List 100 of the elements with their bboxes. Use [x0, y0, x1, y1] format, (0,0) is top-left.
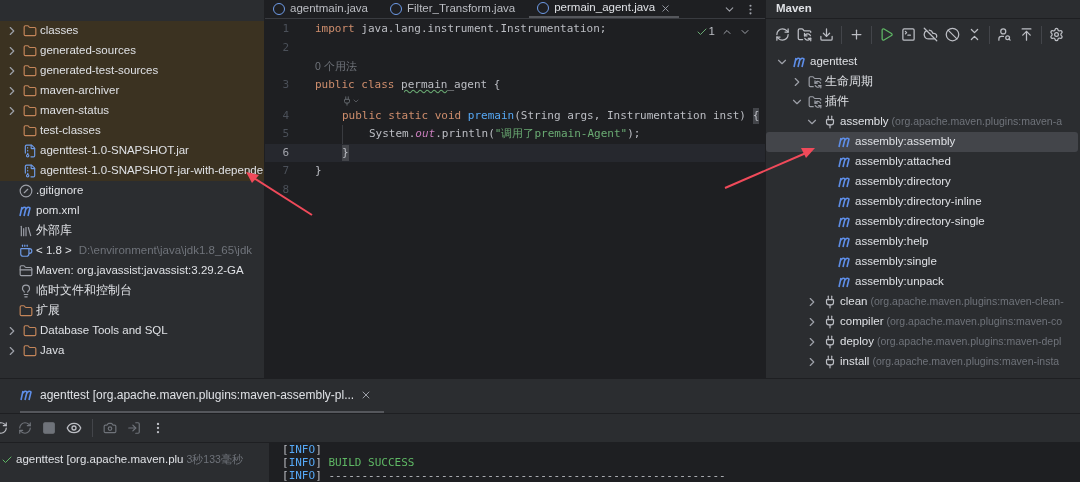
project-tree-item[interactable]: agenttest-1.0-SNAPSHOT.jar [0, 141, 264, 161]
item-label: deploy [840, 334, 874, 350]
project-tree-item[interactable]: maven-status [0, 101, 264, 121]
folder-icon [23, 84, 37, 98]
archive-icon [23, 164, 37, 178]
editor-tab[interactable]: agentmain.java [265, 0, 376, 18]
eye-icon[interactable] [66, 420, 82, 436]
project-tree-item[interactable]: Database Tools and SQL [0, 321, 264, 341]
console-line: [INFO] ------------------------------------------------------------ [282, 469, 727, 482]
maven-tree-item[interactable]: assembly:single [766, 252, 1078, 272]
project-tree-item[interactable]: 外部库 [0, 221, 264, 241]
maven-tree-item[interactable]: assembly (org.apache.maven.plugins:maven-a [766, 112, 1078, 132]
project-tree-item[interactable]: Maven: org.javassist:javassist:3.29.2-GA [0, 261, 264, 281]
ignore-icon [19, 184, 33, 198]
folder-icon [23, 44, 37, 58]
offline-icon[interactable] [923, 27, 938, 42]
editor-tab[interactable]: permain_agent.java [529, 0, 680, 18]
item-label: classes [40, 23, 79, 39]
item-label: 扩展 [36, 303, 60, 319]
tab-label: agentmain.java [290, 1, 368, 17]
item-label: assembly:directory-inline [855, 194, 982, 210]
item-label: agenttest-1.0-SNAPSHOT-jar-with-depende [40, 163, 264, 179]
folder-icon [19, 304, 33, 318]
editor-tab[interactable]: Filter_Transform.java [382, 0, 524, 18]
duration: 3秒133毫秒 [186, 452, 243, 468]
item-label: generated-test-sources [40, 63, 159, 79]
folder-icon [23, 324, 37, 338]
project-tree-item[interactable]: < 1.8 > D:\environment\java\jdk1.8_65\jdk [0, 241, 264, 261]
download-icon[interactable] [819, 27, 834, 42]
item-label: maven-archiver [40, 83, 120, 99]
project-tree-item[interactable]: generated-test-sources [0, 61, 264, 81]
project-tree-item[interactable]: pom.xml [0, 201, 264, 221]
project-tree-item[interactable]: 临时文件和控制台 [0, 281, 264, 301]
import-icon[interactable] [127, 421, 141, 435]
code-line: public static void premain(String args, Instrumentation inst) { [341, 106, 760, 125]
inlay-hint-icon[interactable] [342, 95, 360, 106]
maven-icon [19, 205, 33, 217]
close-icon[interactable] [660, 2, 672, 14]
maven-tree-item[interactable]: assembly:attached [766, 152, 1078, 172]
add-icon[interactable] [849, 27, 864, 42]
maven-tree-item[interactable]: install (org.apache.maven.plugins:maven-insta [766, 352, 1078, 372]
maven-tree-item[interactable]: agenttest [766, 52, 1078, 72]
terminal-icon[interactable] [901, 27, 916, 42]
folder-gear-icon [808, 75, 822, 89]
library-icon [19, 224, 33, 238]
plugin-coordinates: (org.apache.maven.plugins:maven-co [886, 314, 1063, 330]
goal-icon [838, 236, 852, 248]
maven-icon [793, 56, 807, 68]
maven-tree-item[interactable]: clean (org.apache.maven.plugins:maven-clean- [766, 292, 1078, 312]
plugin-icon [823, 315, 837, 329]
run-tree-item[interactable]: agenttest [org.apache.maven.plu 3秒133毫秒 [0, 450, 269, 470]
project-tree-item[interactable]: generated-sources [0, 41, 264, 61]
maven-tree-item[interactable]: 生命周期 [766, 72, 1078, 92]
project-tree-item[interactable]: classes [0, 21, 264, 41]
camera-icon[interactable] [103, 421, 117, 435]
item-label: assembly:single [855, 254, 937, 270]
item-label: 外部库 [36, 223, 72, 239]
item-label: assembly:directory [855, 174, 951, 190]
maven-tree-item[interactable]: assembly:directory [766, 172, 1078, 192]
maven-tree-item[interactable]: 插件 [766, 92, 1078, 112]
panel-title: Maven [776, 1, 812, 17]
item-label: assembly:attached [855, 154, 951, 170]
inspection-indicator[interactable]: 1 [695, 23, 715, 41]
item-label: agenttest [org.apache.maven.plu [16, 452, 184, 468]
item-label: maven-status [40, 103, 110, 119]
archive-icon [23, 144, 37, 158]
usage-hint[interactable]: 0 个用法 [315, 58, 357, 75]
stop-icon[interactable] [42, 421, 56, 435]
project-tree-item[interactable]: 扩展 [0, 301, 264, 321]
project-tree-item[interactable]: test-classes [0, 121, 264, 141]
plugin-coordinates: (org.apache.maven.plugins:maven-a [891, 114, 1062, 130]
run-icon[interactable] [879, 27, 894, 42]
maven-tree-item[interactable]: assembly:help [766, 232, 1078, 252]
maven-tree-item[interactable]: assembly:directory-single [766, 212, 1078, 232]
folder-icon [23, 344, 37, 358]
rerun-failed-icon[interactable] [18, 421, 32, 435]
settings-icon[interactable] [1049, 27, 1064, 42]
plugin-coordinates: (org.apache.maven.plugins:maven-clean- [870, 294, 1064, 310]
item-label: assembly [840, 114, 889, 130]
project-tree-item[interactable]: agenttest-1.0-SNAPSHOT-jar-with-depende [0, 161, 264, 181]
item-label: agenttest-1.0-SNAPSHOT.jar [40, 143, 189, 159]
maven-tree-item[interactable]: deploy (org.apache.maven.plugins:maven-depl [766, 332, 1078, 352]
project-tree-item[interactable]: maven-archiver [0, 81, 264, 101]
run-tab[interactable]: agenttest [org.apache.maven.plugins:maven-assembly-pl... [20, 378, 385, 413]
item-label: 生命周期 [825, 74, 873, 90]
maven-tree-item[interactable]: assembly:directory-inline [766, 192, 1078, 212]
plugin-coordinates: (org.apache.maven.plugins:maven-insta [872, 354, 1060, 370]
item-label: install [840, 354, 870, 370]
folder-sync-icon[interactable] [797, 27, 812, 42]
goal-icon [838, 136, 852, 148]
maven-tree-item[interactable]: assembly:assembly [766, 132, 1078, 152]
item-label: assembly:unpack [855, 274, 944, 290]
reload-icon[interactable] [775, 27, 790, 42]
code-line: System.out.println("调用了premain-Agent"); [342, 125, 641, 144]
project-tree-item[interactable]: Java [0, 341, 264, 361]
item-label: agenttest [810, 54, 858, 70]
project-tree-item[interactable]: .gitignore [0, 181, 264, 201]
maven-tree-item[interactable]: compiler (org.apache.maven.plugins:maven-co [766, 312, 1078, 332]
item-label: < 1.8 > [36, 243, 72, 259]
maven-tree-item[interactable]: assembly:unpack [766, 272, 1078, 292]
